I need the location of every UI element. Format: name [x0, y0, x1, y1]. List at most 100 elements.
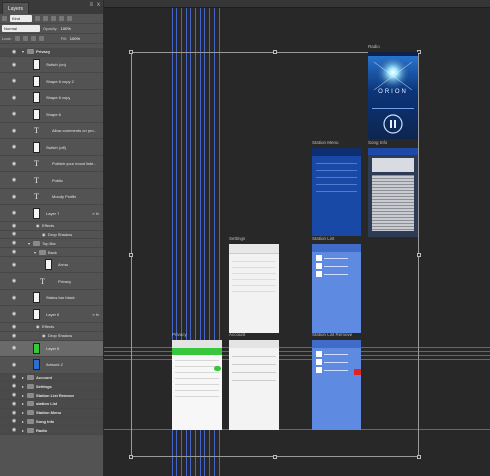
visibility-eye-icon[interactable]: ◉ [11, 223, 17, 229]
layer-row-switch-off[interactable]: ◉ Switch (off) [0, 139, 103, 156]
visibility-eye-icon[interactable]: ◉ [11, 333, 17, 339]
effects-icon[interactable]: ◉ [36, 223, 40, 228]
layer-row-settings[interactable]: ◉ ▸ Settings [0, 382, 103, 392]
visibility-eye-icon[interactable]: ◉ [11, 177, 17, 183]
layer-row-privacy-text[interactable]: ◉ T Privacy [0, 273, 103, 290]
layer-row-station-list[interactable]: ◉ ▸ station List [0, 399, 103, 409]
expand-arrow-icon[interactable]: ▸ [22, 384, 24, 389]
adjustment-filter-icon[interactable] [43, 16, 48, 21]
panel-menu-icon[interactable]: ≡ [89, 2, 93, 8]
transform-handle[interactable] [273, 50, 277, 54]
pixel-filter-icon[interactable] [35, 16, 40, 21]
artboard-label-account[interactable]: Account [229, 332, 245, 337]
visibility-eye-icon[interactable]: ◉ [11, 324, 17, 330]
visibility-eye-icon[interactable]: ◉ [11, 144, 17, 150]
expand-arrow-icon[interactable]: ▸ [22, 401, 24, 406]
expand-arrow-icon[interactable]: ▸ [22, 393, 24, 398]
layer-row-layer7[interactable]: ◉ Layer 7 ∞ fx [0, 205, 103, 222]
layer-name[interactable]: Shape 6 copy 2 [46, 79, 74, 84]
layer-name[interactable]: Drop Shadow [48, 232, 72, 237]
layer-row-effects-1[interactable]: ◉ ◉ Effects [0, 222, 103, 231]
layer-row-switch-on[interactable]: ◉ Switch (on) [0, 57, 103, 74]
layer-row-song-info[interactable]: ◉ ▸ Song Info [0, 417, 103, 427]
layer-name[interactable]: Station Menu [36, 410, 61, 415]
layer-name[interactable]: station List [36, 401, 57, 406]
visibility-eye-icon[interactable]: ◉ [11, 95, 17, 101]
layer-name[interactable]: Layer 6 [46, 312, 59, 317]
artboard-label-station-list[interactable]: Station List [312, 236, 334, 241]
filter-kind-select[interactable]: Kind [10, 15, 32, 22]
visibility-eye-icon[interactable]: ◉ [11, 111, 17, 117]
visibility-eye-icon[interactable]: ◉ [11, 249, 17, 255]
visibility-eye-icon[interactable]: ◉ [11, 311, 17, 317]
opacity-value[interactable]: 100% [61, 26, 71, 31]
layer-name[interactable]: Account [36, 375, 52, 380]
layer-row-layer6[interactable]: ◉ Layer 6 ∞ fx [0, 306, 103, 323]
layer-name[interactable]: Publish your mood liste... [52, 161, 96, 166]
layer-name[interactable]: Switch (on) [46, 62, 66, 67]
artboard-settings[interactable] [229, 244, 279, 333]
effects-icon[interactable]: ◉ [36, 324, 40, 329]
artboard-label-privacy[interactable]: Privacy [172, 332, 187, 337]
layer-name[interactable]: Privacy [58, 279, 71, 284]
visibility-eye-icon[interactable]: ◉ [11, 418, 17, 424]
layer-name[interactable]: Top Bar [42, 241, 56, 246]
layer-name[interactable]: Public [52, 178, 63, 183]
layer-name[interactable]: Privacy [36, 49, 50, 54]
artboard-label-song-info[interactable]: Song Info [368, 140, 387, 145]
lock-position-icon[interactable] [30, 36, 36, 41]
visibility-eye-icon[interactable]: ◉ [11, 410, 17, 416]
effect-visibility-icon[interactable]: ◉ [42, 333, 46, 338]
shape-filter-icon[interactable] [59, 16, 64, 21]
layer-row-allow-comments[interactable]: ◉ T Allow comments on pro... [0, 123, 103, 140]
visibility-eye-icon[interactable]: ◉ [11, 262, 17, 268]
transform-handle[interactable] [129, 50, 133, 54]
layer-row-publish-mood[interactable]: ◉ T Publish your mood liste... [0, 156, 103, 173]
layer-row-station-list-remove[interactable]: ◉ ▸ Station List Remove [0, 391, 103, 400]
layer-row-moody-profile[interactable]: ◉ T Moody Profile [0, 189, 103, 206]
visibility-eye-icon[interactable]: ◉ [11, 427, 17, 433]
visibility-eye-icon[interactable]: ◉ [11, 210, 17, 216]
visibility-eye-icon[interactable]: ◉ [11, 374, 17, 380]
layer-name[interactable]: Artwork 2 [46, 362, 63, 367]
visibility-eye-icon[interactable]: ◉ [11, 392, 17, 398]
visibility-eye-icon[interactable]: ◉ [11, 78, 17, 84]
layer-name[interactable]: Layer 8 [46, 346, 59, 351]
layer-row-radio[interactable]: ◉ ▸ Radio [0, 426, 103, 436]
lock-transparent-icon[interactable] [14, 36, 20, 41]
transform-handle[interactable] [417, 455, 421, 459]
lock-all-icon[interactable] [38, 36, 44, 41]
layer-name[interactable]: Effects [42, 223, 54, 228]
layer-name[interactable]: Status bar black [46, 295, 75, 300]
horizontal-ruler[interactable] [104, 0, 490, 8]
transform-handle[interactable] [129, 253, 133, 257]
layer-row-station-menu[interactable]: ◉ ▸ Station Menu [0, 408, 103, 418]
artboard-song-info[interactable] [368, 148, 418, 237]
layer-name[interactable]: Arrow [58, 262, 68, 267]
transform-handle[interactable] [129, 455, 133, 459]
layer-name[interactable]: Settings [36, 384, 52, 389]
layer-row-arrow[interactable]: ◉ Arrow [0, 257, 103, 274]
smart-object-filter-icon[interactable] [67, 16, 72, 21]
visibility-eye-icon[interactable]: ◉ [11, 278, 17, 284]
visibility-eye-icon[interactable]: ◉ [11, 240, 17, 246]
fx-icon[interactable]: fx [96, 312, 99, 317]
visibility-eye-icon[interactable]: ◉ [11, 161, 17, 167]
expand-arrow-icon[interactable]: ▸ [22, 419, 24, 424]
layer-row-privacy-group[interactable]: ◉ ▾ Privacy [0, 48, 103, 57]
transform-handle[interactable] [273, 455, 277, 459]
artboard-radio[interactable]: ORION [368, 52, 418, 139]
type-filter-icon[interactable] [51, 16, 56, 21]
layer-name[interactable]: Song Info [36, 419, 54, 424]
layer-name[interactable]: Effects [42, 324, 54, 329]
layer-name[interactable]: Drop Shadow [48, 333, 72, 338]
expand-arrow-icon[interactable]: ▸ [22, 428, 24, 433]
layer-row-status-bar[interactable]: ◉ Status bar black [0, 290, 103, 307]
layer-row-account[interactable]: ◉ ▸ Account [0, 373, 103, 383]
close-icon[interactable]: x [97, 2, 100, 8]
artboard-station-list[interactable] [312, 244, 361, 333]
layer-name[interactable]: Station List Remove [36, 393, 74, 398]
tab-layers[interactable]: Layers [2, 2, 30, 14]
visibility-eye-icon[interactable]: ◉ [11, 295, 17, 301]
visibility-eye-icon[interactable]: ◉ [11, 49, 17, 55]
